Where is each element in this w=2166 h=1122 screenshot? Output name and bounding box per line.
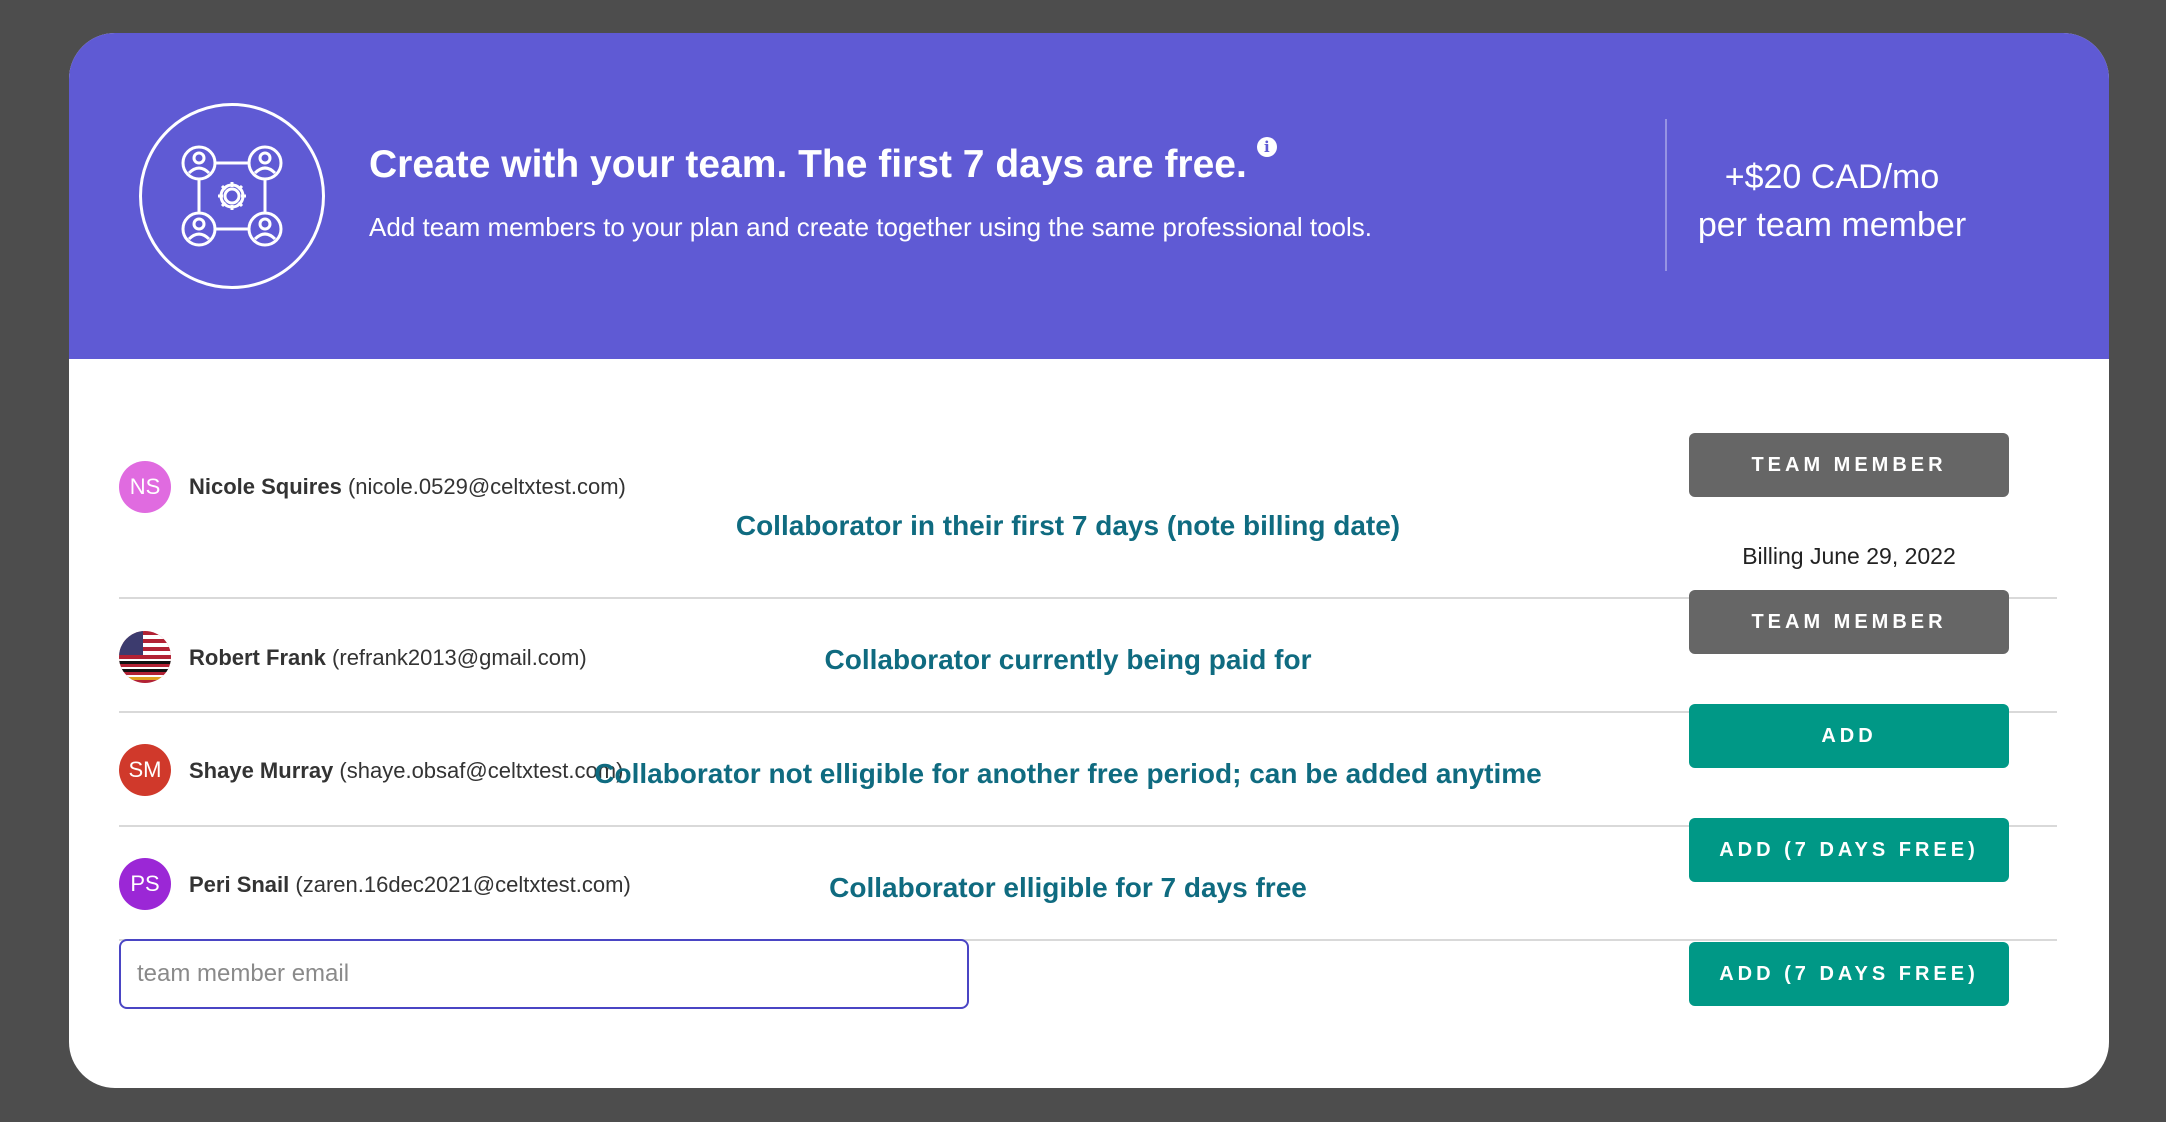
row-annotation: Collaborator not elligible for another f…	[594, 758, 1542, 789]
member-name: Nicole Squires	[189, 474, 342, 499]
price-info: +$20 CAD/mo per team member	[1567, 153, 2097, 249]
team-member-email-input[interactable]	[119, 939, 969, 1009]
price-unit: per team member	[1697, 206, 1967, 244]
member-name: Peri Snail	[189, 872, 290, 897]
member-info: Shaye Murray (shaye.obsaf@celtxtest.com)	[189, 758, 623, 784]
banner-title-text: Create with your team. The first 7 days …	[369, 143, 1247, 186]
member-info: Peri Snail (zaren.16dec2021@celtxtest.co…	[189, 872, 631, 898]
team-banner: Create with your team. The first 7 days …	[69, 33, 2109, 359]
row-annotation: Collaborator in their first 7 days (note…	[735, 510, 1401, 541]
member-name: Robert Frank	[189, 645, 326, 670]
price-amount: +$20 CAD/mo	[1724, 158, 1940, 196]
banner-subtitle: Add team members to your plan and create…	[369, 212, 1373, 242]
info-icon[interactable]: i	[1256, 136, 1277, 157]
add-button[interactable]: ADD	[1689, 704, 2009, 768]
avatar: NS	[119, 461, 171, 513]
row-annotation: Collaborator currently being paid for	[824, 644, 1312, 675]
team-member-button[interactable]: TEAM MEMBER	[1689, 590, 2009, 654]
add-new-member-button[interactable]: ADD (7 DAYS FREE)	[1689, 942, 2009, 1006]
row-annotation: Collaborator elligible for 7 days free	[829, 872, 1307, 903]
member-name: Shaye Murray	[189, 758, 334, 783]
banner-title: Create with your team. The first 7 days …	[369, 136, 1277, 187]
member-info: Robert Frank (refrank2013@gmail.com)	[189, 645, 587, 671]
billing-date: Billing June 29, 2022	[1742, 543, 1956, 569]
team-collaboration-icon	[139, 103, 325, 289]
member-info: Nicole Squires (nicole.0529@celtxtest.co…	[189, 474, 626, 500]
avatar: SM	[119, 744, 171, 796]
team-member-button[interactable]: TEAM MEMBER	[1689, 433, 2009, 497]
us-flag-avatar	[119, 631, 171, 683]
avatar: PS	[119, 858, 171, 910]
add-free-trial-button[interactable]: ADD (7 DAYS FREE)	[1689, 818, 2009, 882]
member-email: (nicole.0529@celtxtest.com)	[347, 474, 626, 499]
team-members-card: Create with your team. The first 7 days …	[69, 33, 2109, 1088]
member-email: (refrank2013@gmail.com)	[332, 645, 587, 670]
